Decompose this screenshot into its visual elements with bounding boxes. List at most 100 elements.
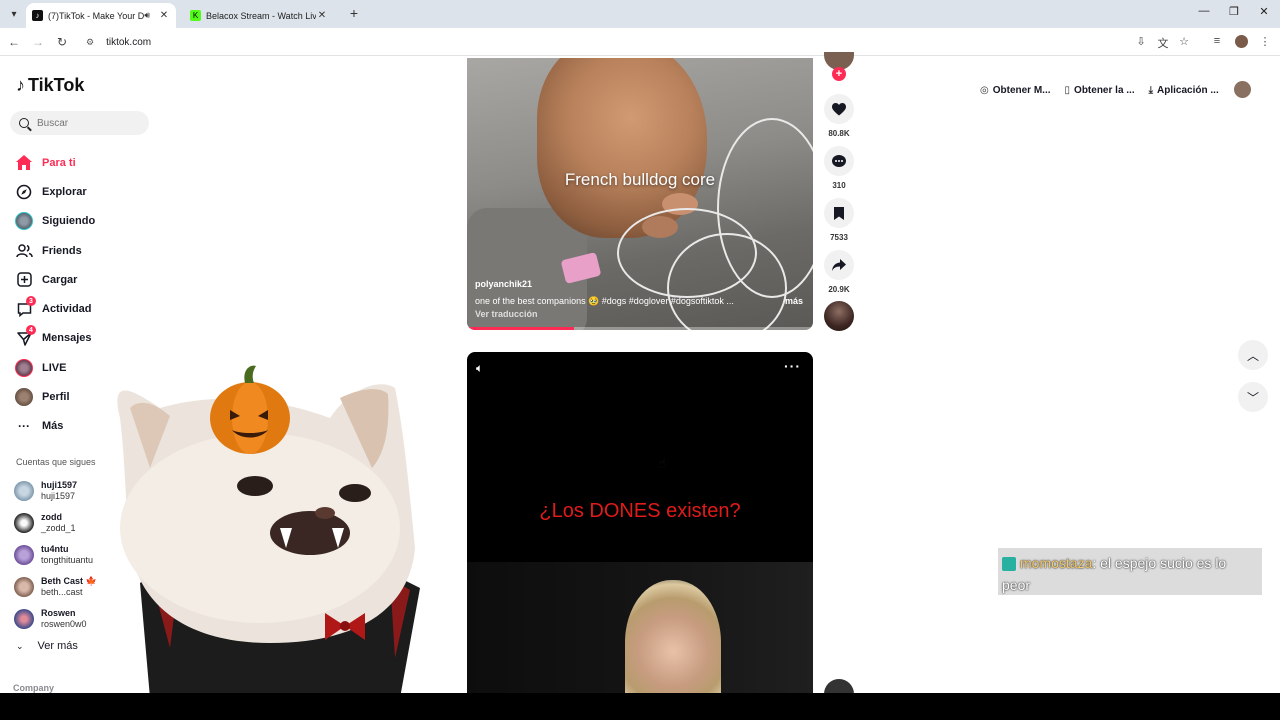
save-button[interactable]: 7533 (824, 198, 854, 242)
window-close-icon[interactable]: ✕ (1254, 5, 1274, 18)
site-settings-icon[interactable]: ⚙ (86, 37, 94, 48)
video-username[interactable]: polyanchik21 (475, 279, 532, 289)
url-text[interactable]: tiktok.com (106, 37, 151, 48)
sidebar-item-friends[interactable]: Friends (14, 236, 164, 265)
list-item[interactable]: Roswen roswen0w0 (14, 603, 134, 635)
browser-menu-icon[interactable]: ⋮ (1258, 35, 1272, 48)
speaker-icon[interactable]: 🔊︎ (144, 10, 150, 21)
sidebar-item-para-ti[interactable]: Para ti (14, 148, 164, 177)
button-label: Obtener la ... (1074, 84, 1135, 96)
stream-bottom-bar (0, 693, 1280, 720)
video-player-2[interactable]: 🔈︎ ··· ¿Los DONES existen? (467, 352, 813, 697)
minimize-icon[interactable]: — (1194, 5, 1214, 17)
list-item[interactable]: tu4ntu tongthituantu (14, 539, 134, 571)
like-button[interactable]: 80.8K (824, 94, 854, 138)
sidebar-item-mas[interactable]: ··· Más (14, 412, 164, 441)
list-item[interactable]: Beth Cast 🍁 beth...cast (14, 571, 134, 603)
chevron-down-icon: ⌄ (16, 640, 24, 651)
stream-chat-message: momostaza: el espejo sucio es lo peor (998, 548, 1262, 595)
desktop-app-button[interactable]: ⤓ Aplicación ... (1149, 85, 1219, 96)
tab-tiktok[interactable]: ♪ (7)TikTok - Make Your Day 🔊︎ ✕ (26, 3, 176, 28)
video-progress-bar[interactable] (467, 327, 575, 330)
new-tab-button[interactable]: + (346, 5, 362, 21)
see-more-button[interactable]: ⌄ Ver más (16, 640, 78, 652)
install-app-icon[interactable]: ⇩ (1134, 35, 1148, 48)
share-icon[interactable] (824, 250, 854, 280)
tab-search-dropdown-icon[interactable]: ▾ (4, 4, 24, 24)
button-label: Aplicación ... (1157, 84, 1219, 96)
video-description: one of the best companions 🥹 #dogs #dogl… (475, 296, 805, 307)
follow-plus-button[interactable]: + (832, 67, 846, 81)
browser-tab-strip: ▾ ♪ (7)TikTok - Make Your Day 🔊︎ ✕ K Bel… (0, 0, 1280, 28)
avatar (14, 577, 34, 597)
sidebar-item-label: Cargar (42, 273, 78, 286)
company-link[interactable]: Company (13, 683, 54, 693)
sidebar-nav: Para ti Explorar Siguiendo Friends Carga… (14, 148, 164, 441)
chevron-down-icon: ﹀ (1246, 390, 1259, 405)
video-player-1[interactable]: French bulldog core polyanchik21 one of … (467, 58, 813, 330)
close-tab-icon[interactable]: ✕ (158, 10, 170, 21)
avatar (14, 609, 34, 629)
forward-arrow-icon[interactable]: → (30, 34, 46, 50)
sidebar-item-label: LIVE (42, 361, 67, 374)
translate-link[interactable]: Ver traducción (475, 309, 538, 319)
get-app-button[interactable]: ▯ Obtener la ... (1065, 85, 1135, 96)
account-name: huji1597 (41, 480, 78, 490)
account-name: tu4ntu (41, 544, 69, 554)
translate-icon[interactable]: 文 (1156, 35, 1170, 51)
sidebar-item-actividad[interactable]: 3 Actividad (14, 294, 164, 323)
heart-icon[interactable] (824, 94, 854, 124)
sidebar-item-label: Friends (42, 244, 82, 257)
chat-username: momostaza (1020, 555, 1093, 571)
following-heading: Cuentas que sigues (16, 457, 96, 467)
hand-cursor-icon: ☝ (658, 455, 667, 471)
bookmark-star-icon[interactable]: ☆ (1177, 35, 1191, 48)
reload-icon[interactable]: ↻ (54, 34, 70, 50)
share-button[interactable]: 20.9K (824, 250, 854, 294)
reading-list-icon[interactable]: ≡ (1210, 35, 1224, 47)
account-handle: huji1597 (41, 491, 76, 501)
user-avatar[interactable] (1234, 81, 1251, 98)
sidebar-item-explorar[interactable]: Explorar (14, 177, 164, 206)
top-right-actions: ◎ Obtener M... ▯ Obtener la ... ⤓ Aplicació… (980, 79, 1233, 101)
more-link[interactable]: más (785, 296, 803, 306)
tiktok-logo[interactable]: ♪ TikTok (16, 75, 84, 96)
video-caption-overlay: French bulldog core (564, 170, 716, 189)
list-item[interactable]: huji1597 huji1597 (14, 475, 134, 507)
search-bar[interactable] (10, 111, 149, 135)
sidebar-item-label: Siguiendo (42, 215, 96, 228)
avatar (14, 513, 34, 533)
previous-video-button[interactable]: ︿ (1238, 340, 1268, 370)
sidebar-item-perfil[interactable]: Perfil (14, 382, 164, 411)
sidebar-item-mensajes[interactable]: 4 Mensajes (14, 324, 164, 353)
bookmark-icon[interactable] (824, 198, 854, 228)
comment-button[interactable]: 310 (824, 146, 854, 190)
tab-belacox-stream[interactable]: K Belacox Stream - Watch Live on ✕ (184, 3, 334, 28)
video-text-overlay: ¿Los DONES existen? (539, 500, 741, 522)
sidebar-item-siguiendo[interactable]: Siguiendo (14, 207, 164, 236)
comment-count: 310 (832, 181, 846, 190)
sidebar-item-cargar[interactable]: Cargar (14, 265, 164, 294)
friends-icon (14, 241, 34, 261)
address-bar[interactable]: ⚙ tiktok.com (78, 32, 1198, 52)
avatar (14, 481, 34, 501)
volume-icon[interactable]: 🔈︎ (476, 361, 483, 376)
comment-icon[interactable] (824, 146, 854, 176)
next-video-button[interactable]: ﹀ (1238, 382, 1268, 412)
sidebar-item-live[interactable]: LIVE (14, 353, 164, 382)
back-arrow-icon[interactable]: ← (6, 34, 22, 50)
more-options-icon[interactable]: ··· (784, 358, 801, 374)
account-name: Roswen (41, 608, 76, 618)
account-name: Beth Cast 🍁 (41, 576, 97, 586)
search-input[interactable] (37, 117, 137, 129)
search-icon[interactable] (19, 118, 29, 128)
sidebar-item-label: Explorar (42, 185, 87, 198)
browser-profile-avatar[interactable] (1235, 35, 1248, 48)
tiktok-note-icon: ♪ (16, 75, 25, 95)
close-tab-icon[interactable]: ✕ (316, 10, 328, 21)
list-item[interactable]: zodd _zodd_1 (14, 507, 134, 539)
account-handle: _zodd_1 (41, 523, 76, 533)
get-coins-button[interactable]: ◎ Obtener M... (980, 85, 1051, 96)
next-creator-avatar[interactable] (824, 301, 854, 331)
restore-icon[interactable]: ❐ (1224, 5, 1244, 18)
